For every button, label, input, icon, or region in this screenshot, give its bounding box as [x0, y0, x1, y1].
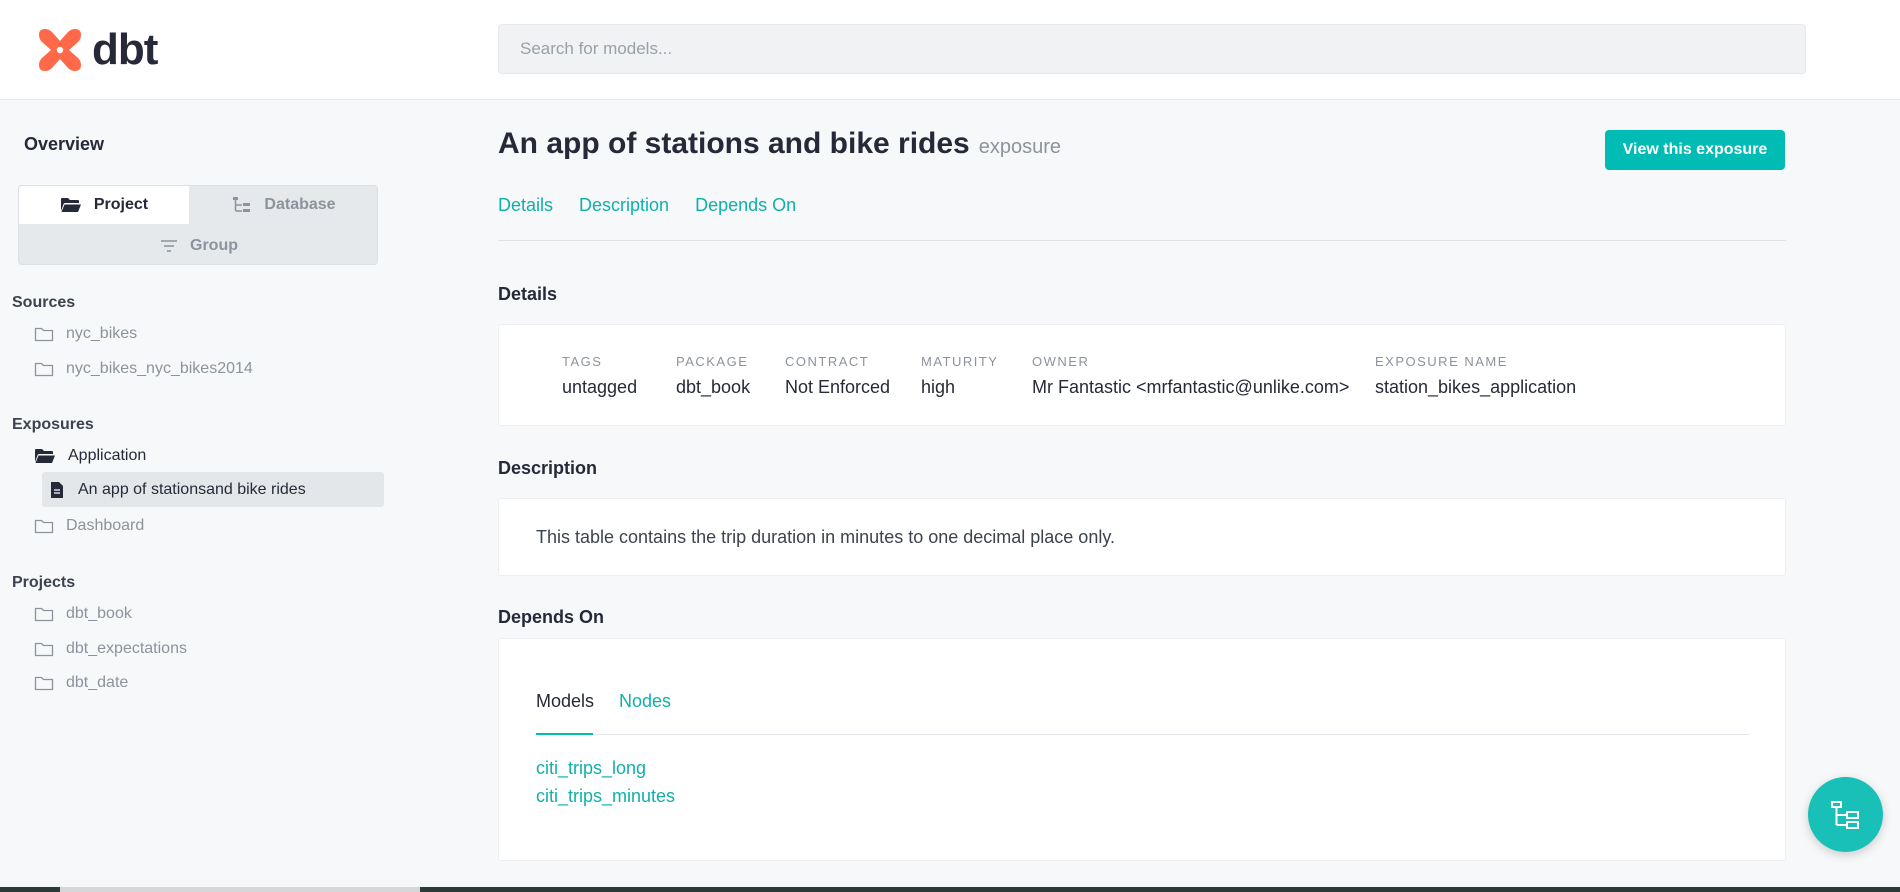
details-heading: Details	[498, 284, 558, 304]
view-exposure-button[interactable]: View this exposure	[1605, 130, 1785, 170]
tab-nodes[interactable]: Nodes	[619, 691, 671, 735]
detail-label: OWNER	[1032, 354, 1090, 369]
project-item[interactable]: dbt_book	[34, 602, 132, 626]
folder-open-icon	[60, 198, 81, 212]
database-tab-label: Database	[264, 196, 336, 213]
horizontal-scrollbar[interactable]	[0, 887, 1900, 892]
exposure-folder-label: Dashboard	[66, 517, 145, 534]
folder-icon	[34, 519, 54, 534]
project-item[interactable]: dbt_expectations	[34, 637, 187, 661]
description-panel: This table contains the trip duration in…	[498, 498, 1786, 576]
depends-on-panel: Models Nodes citi_trips_long citi_trips_…	[498, 638, 1786, 861]
exposure-item-label: An app of stationsand bike rides	[78, 480, 306, 498]
lineage-icon	[1830, 800, 1859, 829]
detail-tags: TAGS untagged	[562, 354, 637, 398]
nav-depends-on-link[interactable]: Depends On	[695, 195, 796, 216]
detail-contract: CONTRACT Not Enforced	[785, 354, 890, 398]
detail-label: TAGS	[562, 354, 603, 369]
projects-heading: Projects	[12, 574, 76, 591]
database-tab[interactable]: Database	[189, 186, 379, 224]
description-text: This table contains the trip duration in…	[536, 527, 1115, 547]
document-icon	[51, 481, 63, 498]
source-item-label: nyc_bikes	[66, 325, 138, 342]
folder-icon	[34, 642, 54, 657]
detail-value: station_bikes_application	[1375, 377, 1577, 397]
detail-package: PACKAGE dbt_book	[676, 354, 750, 398]
detail-value: untagged	[562, 377, 638, 397]
detail-exposure-name: EXPOSURE NAME station_bikes_application	[1375, 354, 1576, 398]
project-item-label: dbt_date	[66, 674, 129, 691]
detail-label: CONTRACT	[785, 354, 870, 369]
tab-models[interactable]: Models	[536, 691, 594, 735]
project-item-label: dbt_book	[66, 605, 132, 622]
sidebar: Overview Project Database Group Sources …	[0, 101, 400, 892]
source-item[interactable]: nyc_bikes_nyc_bikes2014	[34, 357, 253, 381]
detail-value: Not Enforced	[785, 377, 891, 397]
lineage-graph-button[interactable]	[1808, 777, 1883, 852]
detail-value: high	[921, 377, 956, 397]
detail-value: dbt_book	[676, 377, 751, 397]
search-input[interactable]	[498, 24, 1806, 74]
detail-label: MATURITY	[921, 354, 999, 369]
view-switcher: Project Database Group	[18, 185, 378, 265]
source-item-label: nyc_bikes_nyc_bikes2014	[66, 360, 253, 377]
top-header: dbt	[0, 0, 1900, 100]
logo-text: dbt	[92, 25, 158, 74]
detail-label: EXPOSURE NAME	[1375, 354, 1508, 369]
filter-lines-icon	[161, 240, 177, 252]
folder-icon	[34, 607, 54, 622]
folder-icon	[34, 676, 54, 691]
tree-structure-icon	[233, 197, 251, 212]
scrollbar-thumb[interactable]	[60, 887, 420, 892]
detail-label: PACKAGE	[676, 354, 749, 369]
project-item-label: dbt_expectations	[66, 640, 187, 657]
divider	[498, 240, 1786, 241]
detail-maturity: MATURITY high	[921, 354, 998, 398]
dbt-logo[interactable]: dbt	[36, 25, 158, 74]
exposures-heading: Exposures	[12, 416, 94, 433]
nav-details-link[interactable]: Details	[498, 195, 553, 216]
exposure-folder-label: Application	[68, 447, 147, 464]
group-tab-label: Group	[190, 237, 238, 254]
description-heading: Description	[498, 458, 598, 478]
model-link[interactable]: citi_trips_long	[536, 758, 646, 779]
source-item[interactable]: nyc_bikes	[34, 322, 137, 346]
exposure-folder-application[interactable]: Application	[34, 444, 146, 468]
dbt-logo-icon	[39, 29, 81, 71]
details-panel: TAGS untagged PACKAGE dbt_book CONTRACT …	[498, 324, 1786, 426]
project-tab[interactable]: Project	[19, 186, 189, 224]
section-nav: Details Description Depends On	[498, 195, 822, 216]
group-tab[interactable]: Group	[19, 226, 379, 266]
resource-type-label: exposure	[978, 136, 1062, 158]
project-item[interactable]: dbt_date	[34, 671, 128, 695]
model-link[interactable]: citi_trips_minutes	[536, 786, 675, 807]
exposure-item-selected[interactable]: An app of stationsand bike rides	[42, 472, 384, 507]
page-title: An app of stations and bike rides	[498, 127, 970, 160]
project-tab-label: Project	[93, 196, 149, 213]
overview-link[interactable]: Overview	[24, 134, 104, 155]
detail-value: Mr Fantastic <mrfantastic@unlike.com>	[1032, 377, 1350, 397]
detail-owner: OWNER Mr Fantastic <mrfantastic@unlike.c…	[1032, 354, 1349, 398]
sources-heading: Sources	[12, 294, 76, 311]
folder-icon	[34, 362, 54, 377]
folder-icon	[34, 327, 54, 342]
nav-description-link[interactable]: Description	[579, 195, 669, 216]
folder-open-icon	[35, 449, 55, 463]
exposure-folder-dashboard[interactable]: Dashboard	[34, 514, 144, 538]
depends-on-tabs: Models Nodes	[536, 691, 1749, 735]
depends-on-heading: Depends On	[498, 607, 605, 627]
title-row: An app of stations and bike rides exposu…	[498, 127, 1061, 161]
